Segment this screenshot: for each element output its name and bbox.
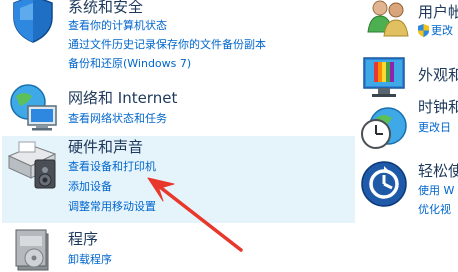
link-view-devices-printers[interactable]: 查看设备和打印机 [68,160,156,174]
link-add-device[interactable]: 添加设备 [68,180,112,194]
link-optimize-visual-display[interactable]: 优化视 [418,203,451,217]
link-view-computer-status[interactable]: 查看你的计算机状态 [68,19,167,33]
link-uninstall-program[interactable]: 卸载程序 [68,253,112,267]
link-network-status-tasks[interactable]: 查看网络状态和任务 [68,112,167,126]
link-use-windows-suggestions[interactable]: 使用 W [418,184,454,198]
programs-disc-icon [15,229,49,271]
shield-icon [13,0,53,43]
category-title-network-internet[interactable]: 网络和 Internet [68,89,177,107]
link-change-account-type[interactable]: 更改 [431,24,453,38]
category-title-user-accounts[interactable]: 用户帐 [418,3,458,21]
printer-speaker-icon [7,141,57,189]
monitor-icon [363,57,405,97]
users-icon [367,0,409,37]
category-title-system-security[interactable]: 系统和安全 [68,0,143,16]
link-mobility-settings[interactable]: 调整常用移动设置 [68,200,156,214]
uac-shield-icon [418,24,429,37]
ease-of-access-icon [361,161,407,207]
network-globe-icon [10,84,57,131]
link-backup-restore[interactable]: 备份和还原(Windows 7) [68,57,191,71]
category-title-programs[interactable]: 程序 [68,230,98,248]
category-title-ease-of-access[interactable]: 轻松使 [418,162,458,180]
category-title-appearance[interactable]: 外观和 [418,66,458,84]
link-file-history-backup[interactable]: 通过文件历史记录保存你的文件备份副本 [68,38,266,52]
clock-globe-icon [361,107,407,149]
category-title-clock-region[interactable]: 时钟和 [418,98,458,116]
link-change-date-time[interactable]: 更改日 [418,121,451,135]
category-title-hardware-sound[interactable]: 硬件和声音 [68,138,143,156]
